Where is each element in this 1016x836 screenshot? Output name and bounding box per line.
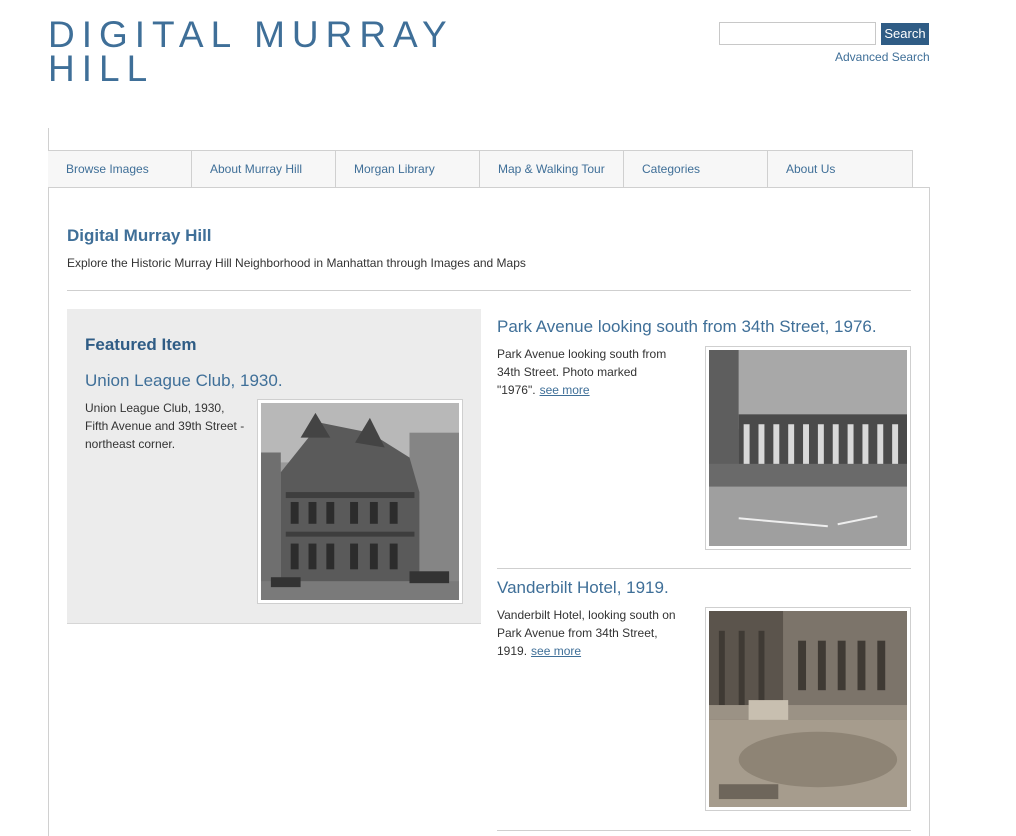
intro-description: Explore the Historic Murray Hill Neighbo…	[67, 256, 526, 270]
featured-item-heading: Featured Item	[85, 335, 197, 354]
union-league-club-image	[261, 403, 459, 600]
see-more-link[interactable]: see more	[531, 644, 581, 658]
nav-item-morgan-library[interactable]: Morgan Library	[336, 151, 480, 187]
content-frame-left-border	[48, 128, 49, 836]
item-photo[interactable]	[705, 346, 911, 550]
nav-item-map-walking-tour[interactable]: Map & Walking Tour	[480, 151, 624, 187]
item-title[interactable]: Park Avenue looking south from 34th Stre…	[497, 317, 877, 337]
featured-item-title[interactable]: Union League Club, 1930.	[85, 371, 283, 391]
nav-item-about-us[interactable]: About Us	[768, 151, 913, 187]
search-button[interactable]: Search	[881, 23, 929, 45]
park-avenue-image	[709, 350, 907, 546]
item-divider	[497, 568, 911, 569]
site-title[interactable]: DIGITAL MURRAY HILL	[48, 16, 468, 87]
intro-divider	[67, 290, 911, 291]
see-more-link[interactable]: see more	[540, 383, 590, 397]
item-title[interactable]: Vanderbilt Hotel, 1919.	[497, 578, 669, 598]
nav-item-about-murray-hill[interactable]: About Murray Hill	[192, 151, 336, 187]
nav-item-categories[interactable]: Categories	[624, 151, 768, 187]
featured-item-photo[interactable]	[257, 399, 463, 604]
intro-title: Digital Murray Hill	[67, 226, 212, 245]
item-divider	[497, 830, 911, 831]
item-description: Park Avenue looking south from 34th Stre…	[497, 347, 667, 397]
content-frame-top-border	[912, 187, 930, 188]
item-photo[interactable]	[705, 607, 911, 811]
vanderbilt-hotel-image	[709, 611, 907, 807]
item-description: Vanderbilt Hotel, looking south on Park …	[497, 608, 676, 658]
nav-item-browse-images[interactable]: Browse Images	[48, 151, 192, 187]
content-frame-right-border	[929, 187, 930, 836]
search-input[interactable]	[719, 22, 876, 45]
featured-item-panel: Featured Item Union League Club, 1930. U…	[67, 309, 481, 624]
list-item: Vanderbilt Hotel, 1919. Vanderbilt Hotel…	[497, 578, 911, 831]
main-navigation: Browse Images About Murray Hill Morgan L…	[48, 150, 913, 188]
featured-item-description: Union League Club, 1930, Fifth Avenue an…	[85, 401, 245, 451]
list-item: Park Avenue looking south from 34th Stre…	[497, 317, 911, 569]
advanced-search-link[interactable]: Advanced Search	[835, 50, 930, 64]
